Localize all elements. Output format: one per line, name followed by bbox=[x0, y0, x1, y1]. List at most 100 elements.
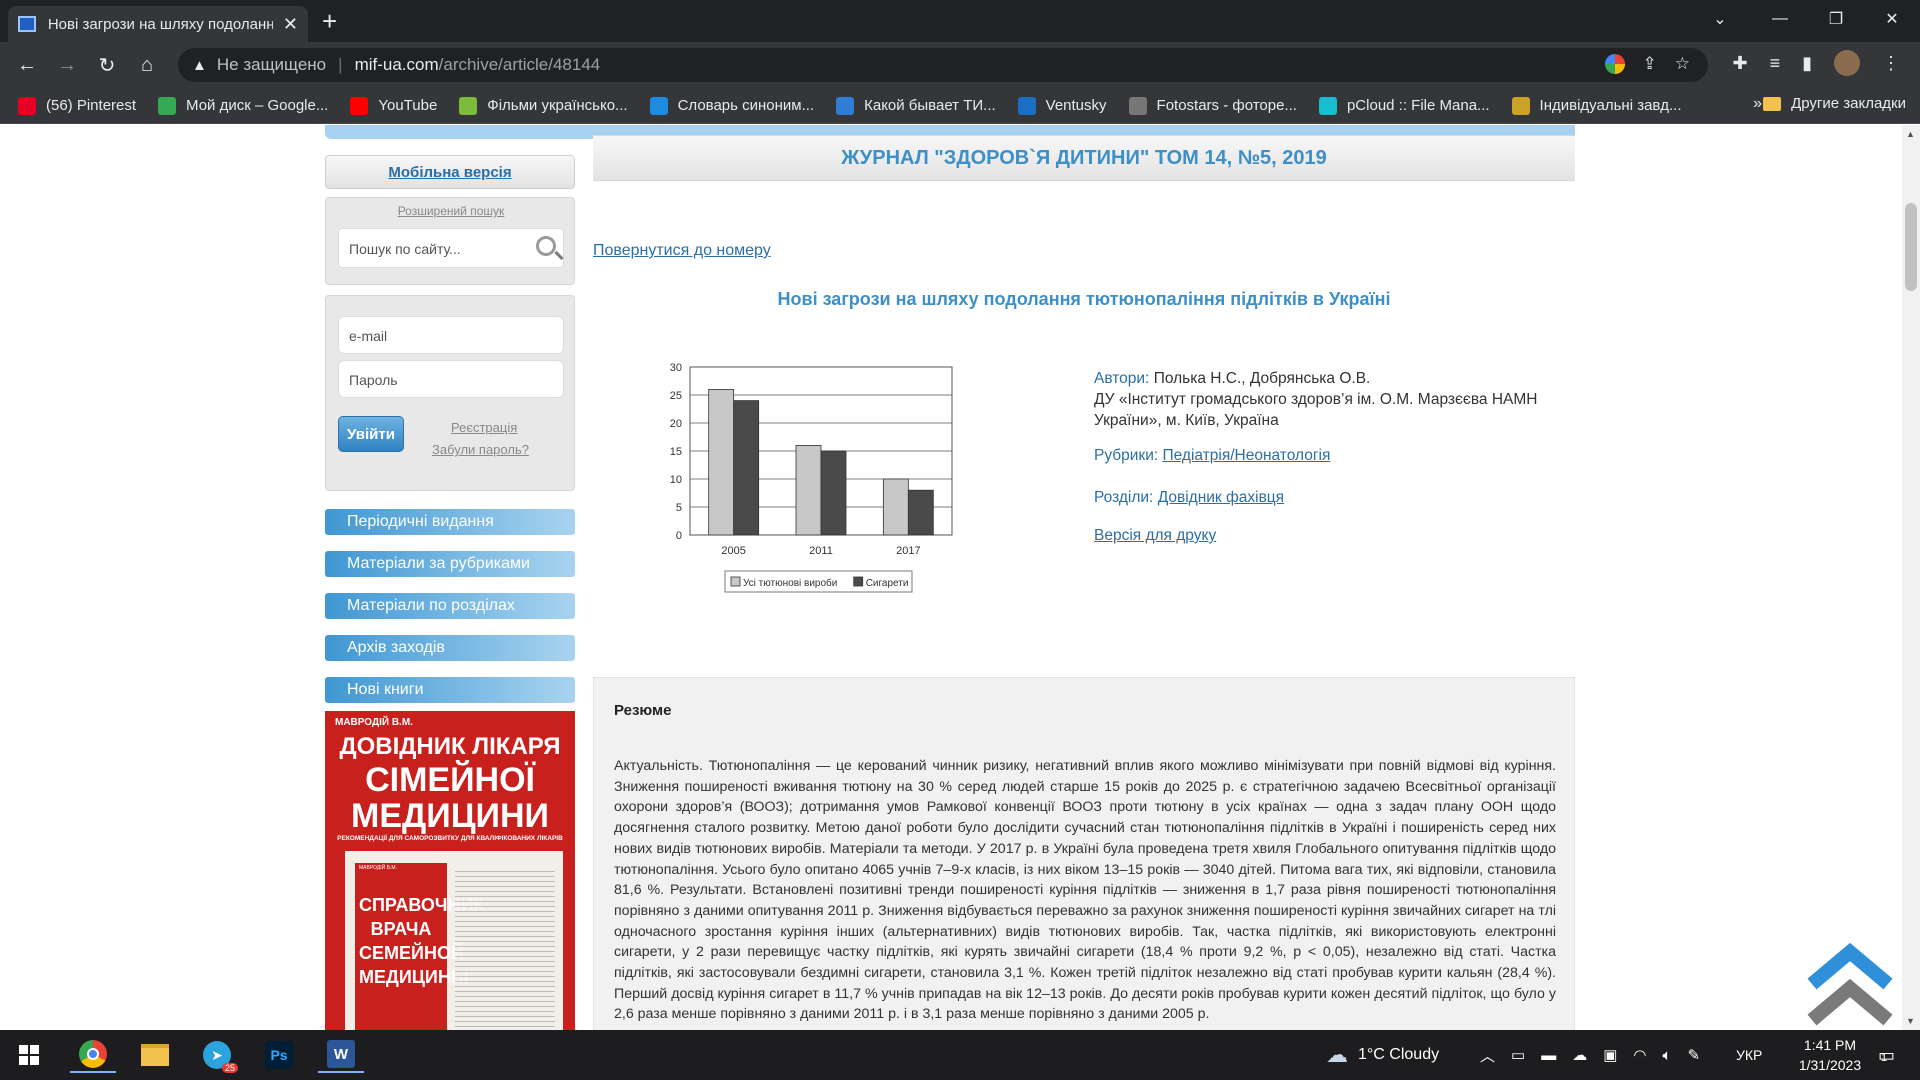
bookmark-item[interactable]: Словарь синоним... bbox=[649, 96, 814, 115]
book-cover-banner[interactable]: МАВРОДІЙ В.М. ДОВІДНИК ЛІКАРЯ СІМЕЙНОЇ М… bbox=[325, 711, 575, 1030]
google-lens-icon[interactable] bbox=[1604, 54, 1625, 74]
advanced-search-link[interactable]: Розширений пошук bbox=[326, 204, 576, 218]
share-icon[interactable]: ⇪ bbox=[1643, 54, 1657, 74]
clock[interactable]: 1:41 PM 1/31/2023 bbox=[1790, 1030, 1870, 1080]
tray-volume-icon[interactable]: 🔈︎ bbox=[1662, 1047, 1671, 1064]
bookmark-label: Fotostars - фоторе... bbox=[1156, 97, 1297, 114]
bookmarks-bar: (56) Pinterest Мой диск – Google... YouT… bbox=[0, 88, 1920, 124]
telegram-icon[interactable]: ➤ 25 bbox=[194, 1037, 240, 1073]
bookmarks-overflow-button[interactable]: » bbox=[1753, 95, 1762, 113]
telegram-badge: 25 bbox=[221, 1063, 238, 1073]
print-version-link[interactable]: Версія для друку bbox=[1094, 527, 1216, 544]
tray-display-icon[interactable]: ▣ bbox=[1603, 1046, 1617, 1064]
authors-row: Автори: Полька Н.С., Добрянська О.В. bbox=[1094, 368, 1574, 389]
tray-pen-icon[interactable]: ✎ bbox=[1688, 1046, 1701, 1064]
maximize-button[interactable]: ❐ bbox=[1808, 0, 1864, 38]
tray-overflow-icon[interactable]: ︿ bbox=[1480, 1045, 1495, 1066]
bookmark-item[interactable]: YouTube bbox=[350, 96, 437, 115]
page-viewport[interactable]: Мобільна версія Розширений пошук Пошук п… bbox=[0, 125, 1902, 1030]
url-host: mif-ua.com bbox=[354, 55, 439, 74]
weather-widget[interactable]: ☁ 1°C Cloudy bbox=[1326, 1030, 1439, 1080]
forward-arrow-icon[interactable]: → bbox=[52, 50, 82, 80]
bookmark-favicon-icon bbox=[350, 96, 369, 115]
forgot-password-link[interactable]: Забули пароль? bbox=[432, 442, 529, 457]
inner-book-title: СПРАВОЧНИК ВРАЧА СЕМЕЙНОЙ МЕДИЦИНЫ bbox=[359, 895, 485, 987]
bookmark-item[interactable]: (56) Pinterest bbox=[18, 96, 136, 115]
section-link[interactable]: Довідник фахівця bbox=[1158, 489, 1284, 506]
menu-periodicals[interactable]: Періодичні видання bbox=[325, 509, 575, 535]
rubric-link[interactable]: Педіатрія/Неонатологія bbox=[1162, 447, 1330, 464]
notifications-icon[interactable]: ▭ 1 bbox=[1878, 1030, 1895, 1080]
tab-close-icon[interactable]: ✕ bbox=[283, 14, 298, 35]
tab-search-icon[interactable]: ⌄ bbox=[1692, 0, 1748, 38]
browser-tab[interactable]: Нові загрози на шляху подолання тютюнопа… bbox=[8, 6, 308, 42]
bookmark-item[interactable]: Фільми українсько... bbox=[459, 96, 628, 115]
legend-label: Сигарети bbox=[866, 578, 909, 589]
bookmark-favicon-icon bbox=[1017, 96, 1036, 115]
other-bookmarks-label: Другие закладки bbox=[1791, 95, 1906, 112]
menu-events-archive[interactable]: Архів заходів bbox=[325, 635, 575, 661]
bookmark-star-icon[interactable]: ☆ bbox=[1675, 54, 1690, 74]
reload-icon[interactable]: ↻ bbox=[92, 50, 122, 80]
language-indicator[interactable]: УКР bbox=[1736, 1030, 1762, 1080]
back-to-issue-link[interactable]: Повернутися до номеру bbox=[593, 242, 771, 260]
close-window-button[interactable]: ✕ bbox=[1864, 0, 1920, 38]
profile-avatar[interactable] bbox=[1834, 50, 1860, 76]
back-arrow-icon[interactable]: ← bbox=[12, 50, 42, 80]
other-bookmarks-folder[interactable]: Другие закладки bbox=[1763, 95, 1906, 112]
bookmark-item[interactable]: Індивідуальні завд... bbox=[1511, 96, 1681, 115]
extensions-puzzle-icon[interactable]: ✚ bbox=[1732, 53, 1747, 74]
menu-kebab-icon[interactable]: ⋮ bbox=[1882, 53, 1900, 74]
word-icon[interactable]: W bbox=[318, 1037, 364, 1073]
bookmark-item[interactable]: pCloud :: File Mana... bbox=[1318, 96, 1490, 115]
scroll-up-arrow-icon[interactable]: ▲ bbox=[1906, 129, 1915, 139]
tray-device-icon[interactable]: ▭ bbox=[1511, 1046, 1525, 1064]
inner-book-author: МАВРОДІЙ В.М. bbox=[359, 865, 397, 871]
bookmark-label: Фільми українсько... bbox=[487, 97, 628, 114]
bookmark-favicon-icon bbox=[158, 96, 177, 115]
rubrics-label: Рубрики: bbox=[1094, 447, 1159, 464]
side-panel-icon[interactable]: ▮ bbox=[1802, 53, 1812, 74]
scroll-down-arrow-icon[interactable]: ▼ bbox=[1906, 1016, 1915, 1026]
search-input[interactable]: Пошук по сайту... bbox=[338, 228, 564, 268]
email-field[interactable]: e-mail bbox=[338, 316, 564, 354]
bookmark-item[interactable]: Какой бывает ТИ... bbox=[836, 96, 996, 115]
password-field[interactable]: Пароль bbox=[338, 360, 564, 398]
bookmark-item[interactable]: Мой диск – Google... bbox=[158, 96, 328, 115]
media-control-icon[interactable]: ≡ bbox=[1770, 53, 1781, 74]
browser-toolbar: ← → ↻ ⌂ ▲ Не защищено | mif-ua.com/archi… bbox=[0, 42, 1920, 88]
extension-icons: ✚ ≡ ▮ ⋮ bbox=[1732, 50, 1900, 76]
scrollbar-thumb[interactable] bbox=[1905, 203, 1917, 291]
warning-icon[interactable]: ▲ bbox=[192, 57, 207, 74]
scroll-to-top-icon[interactable] bbox=[1800, 942, 1900, 1030]
file-explorer-icon[interactable] bbox=[132, 1037, 178, 1073]
weather-text: 1°C Cloudy bbox=[1358, 1046, 1440, 1063]
menu-by-rubrics[interactable]: Матеріали за рубриками bbox=[325, 551, 575, 577]
page-scrollbar[interactable]: ▲ ▼ bbox=[1902, 125, 1920, 1030]
login-button[interactable]: Увійти bbox=[338, 416, 404, 452]
authors-label: Автори: bbox=[1094, 370, 1150, 387]
register-link[interactable]: Реєстрація bbox=[451, 420, 517, 435]
home-icon[interactable]: ⌂ bbox=[132, 50, 162, 80]
photoshop-icon[interactable]: Ps bbox=[256, 1037, 302, 1073]
tray-onedrive-icon[interactable]: ☁ bbox=[1572, 1046, 1587, 1064]
mobile-version-link[interactable]: Мобільна версія bbox=[388, 164, 511, 181]
minimize-button[interactable]: — bbox=[1752, 0, 1808, 38]
chrome-taskbar-icon[interactable] bbox=[70, 1037, 116, 1073]
mobile-version-button[interactable]: Мобільна версія bbox=[325, 155, 575, 189]
new-tab-button[interactable]: + bbox=[322, 6, 337, 36]
y-tick-label: 5 bbox=[676, 502, 682, 514]
bookmark-item[interactable]: Ventusky bbox=[1017, 96, 1107, 115]
url-path: /archive/article/48144 bbox=[438, 55, 601, 74]
start-windows-icon[interactable] bbox=[6, 1037, 52, 1073]
search-icon[interactable] bbox=[536, 236, 556, 256]
tray-battery-icon[interactable]: ▬ bbox=[1541, 1047, 1556, 1064]
security-label[interactable]: Не защищено bbox=[217, 55, 326, 75]
menu-new-books[interactable]: Нові книги bbox=[325, 677, 575, 703]
bookmark-item[interactable]: Fotostars - фоторе... bbox=[1128, 96, 1297, 115]
tray-wifi-icon[interactable]: ◠ bbox=[1633, 1046, 1646, 1064]
menu-by-sections[interactable]: Матеріали по розділах bbox=[325, 593, 575, 619]
book-title-line2: СІМЕЙНОЇ bbox=[365, 761, 535, 799]
address-bar[interactable]: ▲ Не защищено | mif-ua.com/archive/artic… bbox=[178, 48, 1708, 82]
legend-swatch bbox=[853, 576, 864, 587]
